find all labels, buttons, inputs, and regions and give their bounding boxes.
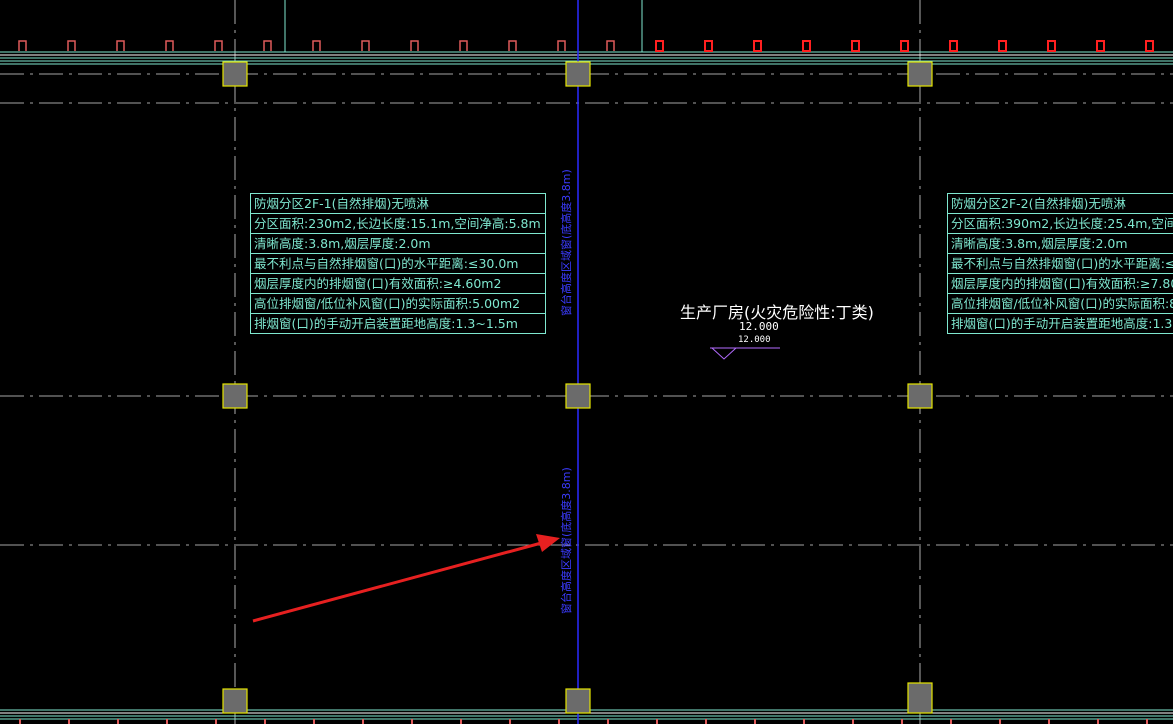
- table-row: 清晰高度:3.8m,烟层厚度:2.0m: [948, 234, 1173, 254]
- elevation-value-main: 12.000: [739, 320, 779, 333]
- table-row: 清晰高度:3.8m,烟层厚度:2.0m: [251, 234, 545, 254]
- red-arrow-annotation: [252, 534, 560, 623]
- column: [907, 61, 933, 87]
- smoke-partition-label-lower: 窗台高度区域窗(底高度3.8m): [560, 467, 573, 614]
- column: [222, 61, 248, 87]
- table-row: 防烟分区2F-1(自然排烟)无喷淋: [251, 194, 545, 214]
- elevation-value-sub: 12.000: [738, 335, 771, 345]
- table-row: 高位排烟窗/低位补风窗(口)的实际面积:8.00m2: [948, 294, 1173, 314]
- table-row: 分区面积:390m2,长边长度:25.4m,空间净高:5.8m: [948, 214, 1173, 234]
- bottom-window-markers: [19, 719, 1148, 724]
- table-row: 排烟窗(口)的手动开启装置距地高度:1.3~1.5m: [951, 316, 1173, 331]
- table-row: 排烟窗(口)的手动开启装置距地高度:1.3~1.5m: [254, 316, 518, 331]
- smoke-partition-label-upper: 窗台高度区域窗(底高度3.8m): [560, 169, 573, 316]
- table-row: 最不利点与自然排烟窗(口)的水平距离:≤30.0m: [251, 254, 545, 274]
- top-window-markers-right: [655, 40, 1154, 52]
- column: [907, 383, 933, 409]
- top-partition-lines: [284, 0, 643, 52]
- table-row: 分区面积:230m2,长边长度:15.1m,空间净高:5.8m: [251, 214, 545, 234]
- column: [222, 383, 248, 409]
- column: [565, 383, 591, 409]
- table-row: 烟层厚度内的排烟窗(口)有效面积:≥4.60m2: [251, 274, 545, 294]
- table-row: 高位排烟窗/低位补风窗(口)的实际面积:5.00m2: [251, 294, 545, 314]
- smoke-zone-info-table-left[interactable]: 防烟分区2F-1(自然排烟)无喷淋 分区面积:230m2,长边长度:15.1m,…: [250, 193, 546, 334]
- column: [565, 688, 591, 714]
- smoke-zone-info-table-right[interactable]: 防烟分区2F-2(自然排烟)无喷淋 分区面积:390m2,长边长度:25.4m,…: [947, 193, 1173, 334]
- column: [907, 682, 933, 714]
- table-row: 最不利点与自然排烟窗(口)的水平距离:≤30.0m: [948, 254, 1173, 274]
- top-window-markers-left: [18, 40, 615, 51]
- table-row: 防烟分区2F-2(自然排烟)无喷淋: [948, 194, 1173, 214]
- column: [565, 61, 591, 87]
- elevation-marker-icon: [710, 347, 780, 360]
- cad-drawing-canvas[interactable]: [0, 0, 1173, 724]
- table-row: 烟层厚度内的排烟窗(口)有效面积:≥7.80m2: [948, 274, 1173, 294]
- column: [222, 688, 248, 714]
